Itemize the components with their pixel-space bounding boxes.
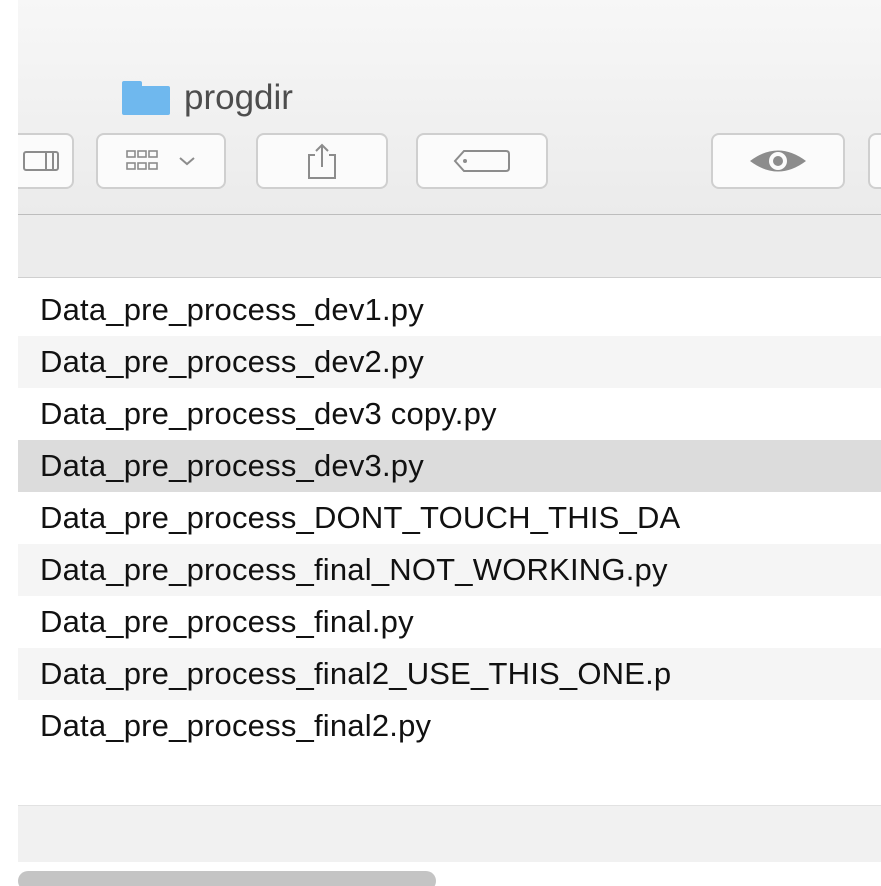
file-name: Data_pre_process_dev2.py [40, 344, 424, 379]
file-name: Data_pre_process_final.py [40, 604, 414, 639]
list-item[interactable]: Data_pre_process_dev1.py [18, 284, 881, 336]
file-name: Data_pre_process_dev1.py [40, 292, 424, 327]
tag-button[interactable] [416, 133, 548, 189]
folder-icon [122, 81, 170, 115]
file-name: Data_pre_process_DONT_TOUCH_THIS_DA [40, 500, 681, 535]
file-name: Data_pre_process_dev3.py [40, 448, 424, 483]
column-view-icon [23, 151, 59, 171]
window-title-text: progdir [184, 78, 293, 117]
list-item[interactable]: Data_pre_process_dev2.py [18, 336, 881, 388]
column-header [18, 215, 881, 278]
file-name: Data_pre_process_final2.py [40, 708, 432, 743]
share-button[interactable] [256, 133, 388, 189]
horizontal-scrollbar[interactable] [18, 863, 881, 886]
toolbar-overflow-button[interactable] [868, 133, 881, 189]
tag-icon [453, 150, 510, 172]
quicklook-button[interactable] [711, 133, 845, 189]
list-item[interactable]: Data_pre_process_DONT_TOUCH_THIS_DA [18, 492, 881, 544]
path-bar [18, 805, 881, 862]
share-icon [308, 143, 336, 179]
arrange-grid-icon [126, 150, 158, 170]
file-list: Data_pre_process_dev1.py Data_pre_proces… [18, 284, 881, 752]
list-item-selected[interactable]: Data_pre_process_dev3.py [18, 440, 881, 492]
file-name: Data_pre_process_final2_USE_THIS_ONE.p [40, 656, 672, 691]
list-item[interactable]: Data_pre_process_final2_USE_THIS_ONE.p [18, 648, 881, 700]
list-item[interactable]: Data_pre_process_final.py [18, 596, 881, 648]
scrollbar-thumb[interactable] [18, 871, 436, 886]
window-title: progdir [122, 76, 293, 120]
file-name: Data_pre_process_final_NOT_WORKING.py [40, 552, 668, 587]
finder-window: progdir Data_pre_process_dev1.py Data_pr… [18, 0, 881, 886]
chevron-down-icon [179, 157, 195, 166]
list-item[interactable]: Data_pre_process_final_NOT_WORKING.py [18, 544, 881, 596]
eye-icon [750, 150, 806, 172]
list-item[interactable]: Data_pre_process_dev3 copy.py [18, 388, 881, 440]
arrange-button[interactable] [96, 133, 226, 189]
file-name: Data_pre_process_dev3 copy.py [40, 396, 497, 431]
column-view-button[interactable] [18, 133, 74, 189]
list-item[interactable]: Data_pre_process_final2.py [18, 700, 881, 752]
toolbar: progdir [18, 0, 881, 214]
